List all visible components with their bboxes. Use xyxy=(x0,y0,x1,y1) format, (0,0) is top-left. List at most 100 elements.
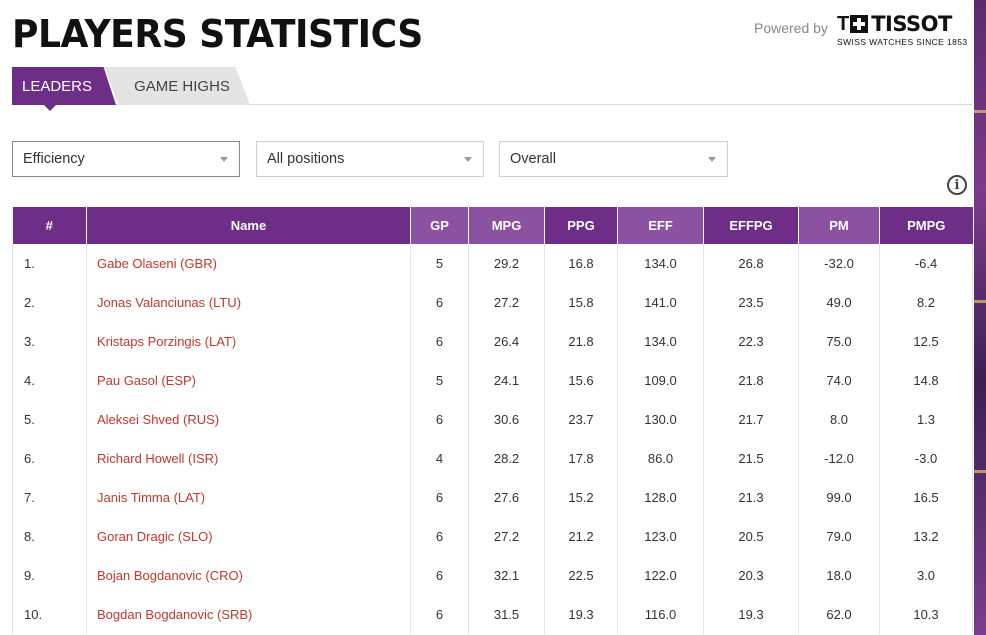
cell-rank: 10. xyxy=(12,595,87,634)
table-row: 6. Richard Howell (ISR) 4 28.2 17.8 86.0 21.5-… xyxy=(12,439,973,478)
cell-effpg: 21.3 xyxy=(703,478,799,517)
col-header-ppg[interactable]: PPG xyxy=(544,207,618,244)
cell-mpg: 26.4 xyxy=(468,322,545,361)
sponsor-name: TISSOT xyxy=(871,12,952,36)
cell-gp: 6 xyxy=(410,595,469,634)
position-select-value: All positions xyxy=(267,151,345,167)
cell-effpg: 21.7 xyxy=(703,400,799,439)
stat-select[interactable]: Efficiency xyxy=(12,141,240,177)
cell-ppg: 21.8 xyxy=(544,322,618,361)
col-header-rank[interactable]: # xyxy=(12,207,87,244)
table-body: 1. Gabe Olaseni (GBR) 5 29.2 16.8 134.0 26.8 -3… xyxy=(12,244,973,634)
cell-effpg: 20.5 xyxy=(703,517,799,556)
cell-mpg: 30.6 xyxy=(468,400,545,439)
cell-pmpg: 14.8 xyxy=(879,361,973,400)
cell-gp: 6 xyxy=(410,283,469,322)
cell-mpg: 31.5 xyxy=(468,595,545,634)
cell-gp: 4 xyxy=(410,439,469,478)
player-link[interactable]: Goran Dragic (SLO) xyxy=(97,529,213,544)
cell-player-name: Goran Dragic (SLO) xyxy=(86,517,411,556)
player-link[interactable]: Richard Howell (ISR) xyxy=(97,451,218,466)
cell-pm: -12.0 xyxy=(798,439,880,478)
cell-effpg: 21.5 xyxy=(703,439,799,478)
cell-rank: 5. xyxy=(12,400,87,439)
cell-ppg: 17.8 xyxy=(544,439,618,478)
cell-pmpg: 1.3 xyxy=(879,400,973,439)
player-link[interactable]: Pau Gasol (ESP) xyxy=(97,373,196,388)
cell-gp: 5 xyxy=(410,244,469,283)
sponsor-tagline: SWISS WATCHES SINCE 1853 xyxy=(837,37,968,47)
player-link[interactable]: Kristaps Porzingis (LAT) xyxy=(97,334,236,349)
cell-player-name: Kristaps Porzingis (LAT) xyxy=(86,322,411,361)
cell-player-name: Janis Timma (LAT) xyxy=(86,478,411,517)
cell-pm: 74.0 xyxy=(798,361,880,400)
cell-pm: 79.0 xyxy=(798,517,880,556)
cell-pm: -32.0 xyxy=(798,244,880,283)
cell-ppg: 22.5 xyxy=(544,556,618,595)
phase-select-value: Overall xyxy=(510,151,556,167)
cell-mpg: 32.1 xyxy=(468,556,545,595)
cell-player-name: Bojan Bogdanovic (CRO) xyxy=(86,556,411,595)
cell-eff: 116.0 xyxy=(617,595,704,634)
powered-by-label: Powered by xyxy=(754,20,828,36)
sponsor-logo: T TISSOT SWISS WATCHES SINCE 1853 xyxy=(837,12,968,48)
cell-pm: 49.0 xyxy=(798,283,880,322)
cell-mpg: 29.2 xyxy=(468,244,545,283)
cell-ppg: 16.8 xyxy=(544,244,618,283)
cell-eff: 86.0 xyxy=(617,439,704,478)
player-link[interactable]: Bojan Bogdanovic (CRO) xyxy=(97,568,243,583)
cell-player-name: Bogdan Bogdanovic (SRB) xyxy=(86,595,411,634)
cell-effpg: 19.3 xyxy=(703,595,799,634)
cell-pm: 18.0 xyxy=(798,556,880,595)
cell-pmpg: -6.4 xyxy=(879,244,973,283)
player-link[interactable]: Jonas Valanciunas (LTU) xyxy=(97,295,241,310)
cell-gp: 6 xyxy=(410,322,469,361)
chevron-down-icon xyxy=(708,157,716,162)
table-row: 3. Kristaps Porzingis (LAT) 6 26.4 21.8 134.0… xyxy=(12,322,973,361)
table-row: 5. Aleksei Shved (RUS) 6 30.6 23.7 130.0 21.7 8… xyxy=(12,400,973,439)
cell-ppg: 15.2 xyxy=(544,478,618,517)
phase-select[interactable]: Overall xyxy=(499,141,728,177)
players-statistics-page: PLAYERS STATISTICS Powered by T TISSOT S… xyxy=(0,0,974,635)
cell-effpg: 22.3 xyxy=(703,322,799,361)
leaders-table: # Name GP MPG PPG EFF EFFPG PM PMPG 1. Ga… xyxy=(12,207,973,634)
cell-pmpg: 16.5 xyxy=(879,478,973,517)
cell-pm: 75.0 xyxy=(798,322,880,361)
cell-rank: 2. xyxy=(12,283,87,322)
player-link[interactable]: Aleksei Shved (RUS) xyxy=(97,412,219,427)
table-row: 10. Bogdan Bogdanovic (SRB) 6 31.5 19.3 116.0… xyxy=(12,595,973,634)
decorative-edge xyxy=(974,0,986,635)
player-link[interactable]: Bogdan Bogdanovic (SRB) xyxy=(97,607,252,622)
info-icon[interactable]: i xyxy=(947,175,967,195)
col-header-mpg[interactable]: MPG xyxy=(468,207,545,244)
sponsor-t-letter: T xyxy=(837,13,850,35)
cell-eff: 128.0 xyxy=(617,478,704,517)
cell-mpg: 24.1 xyxy=(468,361,545,400)
cell-eff: 122.0 xyxy=(617,556,704,595)
cell-effpg: 26.8 xyxy=(703,244,799,283)
page-title: PLAYERS STATISTICS xyxy=(12,12,423,56)
cell-player-name: Aleksei Shved (RUS) xyxy=(86,400,411,439)
tab-bar: GAME HIGHS LEADERS xyxy=(12,67,972,105)
col-header-eff[interactable]: EFF xyxy=(617,207,704,244)
col-header-pm[interactable]: PM xyxy=(798,207,880,244)
cell-rank: 3. xyxy=(12,322,87,361)
col-header-effpg[interactable]: EFFPG xyxy=(703,207,799,244)
col-header-name[interactable]: Name xyxy=(86,207,411,244)
cell-eff: 109.0 xyxy=(617,361,704,400)
cell-effpg: 21.8 xyxy=(703,361,799,400)
position-select[interactable]: All positions xyxy=(256,141,484,177)
player-link[interactable]: Janis Timma (LAT) xyxy=(97,490,205,505)
cell-rank: 6. xyxy=(12,439,87,478)
cell-player-name: Gabe Olaseni (GBR) xyxy=(86,244,411,283)
tab-game-highs[interactable]: GAME HIGHS xyxy=(104,67,250,105)
col-header-gp[interactable]: GP xyxy=(410,207,469,244)
chevron-down-icon xyxy=(464,157,472,162)
swiss-cross-icon xyxy=(850,15,869,33)
tab-leaders[interactable]: LEADERS xyxy=(12,67,116,105)
player-link[interactable]: Gabe Olaseni (GBR) xyxy=(97,256,217,271)
cell-gp: 6 xyxy=(410,556,469,595)
col-header-pmpg[interactable]: PMPG xyxy=(879,207,973,244)
cell-mpg: 27.6 xyxy=(468,478,545,517)
cell-eff: 123.0 xyxy=(617,517,704,556)
